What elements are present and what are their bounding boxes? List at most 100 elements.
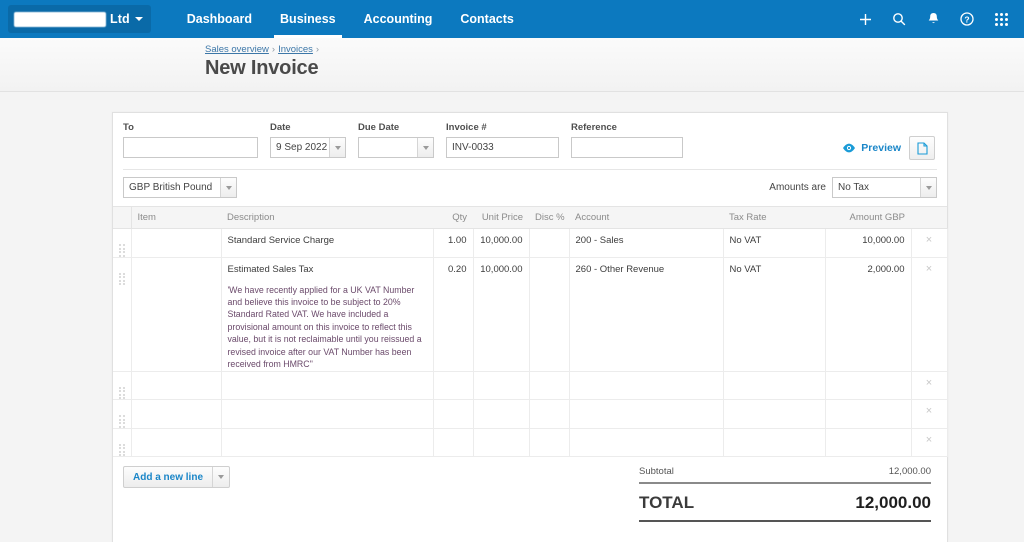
cell-tax-rate[interactable]: [723, 399, 826, 429]
cell-description[interactable]: Estimated Sales Tax 'We have recently ap…: [221, 257, 434, 372]
plus-icon[interactable]: [848, 0, 882, 38]
cell-description[interactable]: Standard Service Charge: [221, 228, 434, 258]
breadcrumb-invoices[interactable]: Invoices: [278, 44, 313, 55]
preview-button[interactable]: Preview: [861, 142, 901, 154]
chevron-down-icon[interactable]: [212, 467, 229, 488]
cell-account[interactable]: [569, 428, 724, 458]
cell-account[interactable]: [569, 399, 724, 429]
header-drag-col: [113, 206, 132, 229]
cell-amount[interactable]: [825, 399, 912, 429]
breadcrumb-separator: ›: [315, 44, 320, 55]
svg-text:?: ?: [964, 14, 969, 24]
delete-row-button[interactable]: ×: [911, 428, 948, 458]
nav-item-contacts[interactable]: Contacts: [446, 0, 527, 38]
cell-account[interactable]: [569, 371, 724, 401]
breadcrumb: Sales overview › Invoices ›: [205, 44, 1024, 55]
amounts-are-select[interactable]: No Tax: [832, 177, 937, 198]
breadcrumb-sales-overview[interactable]: Sales overview: [205, 44, 269, 55]
row-drag-handle[interactable]: [113, 228, 132, 258]
currency-row: GBP British Pound Amounts are No Tax: [113, 170, 947, 206]
description-text: Standard Service Charge: [227, 235, 335, 246]
cell-unit-price[interactable]: [473, 371, 530, 401]
cell-unit-price[interactable]: 10,000.00: [473, 257, 530, 372]
nav-label: Accounting: [363, 12, 433, 26]
cell-amount[interactable]: [825, 371, 912, 401]
cell-tax-rate[interactable]: No VAT: [723, 228, 826, 258]
description-note: 'We have recently applied for a UK VAT N…: [227, 284, 422, 370]
cell-unit-price[interactable]: [473, 428, 530, 458]
breadcrumb-separator: ›: [271, 44, 276, 55]
close-icon: ×: [925, 234, 933, 246]
delete-row-button[interactable]: ×: [911, 228, 948, 258]
cell-qty[interactable]: [433, 399, 474, 429]
grand-total-row: TOTAL 12,000.00: [639, 484, 931, 520]
cell-tax-rate[interactable]: [723, 371, 826, 401]
due-date-label: Due Date: [358, 122, 400, 133]
row-drag-handle[interactable]: [113, 428, 132, 458]
calendar-dropdown-icon[interactable]: [417, 138, 433, 157]
cell-item[interactable]: [131, 257, 222, 372]
cell-item[interactable]: [131, 371, 222, 401]
table-row[interactable]: ×: [113, 371, 948, 401]
currency-select[interactable]: GBP British Pound: [123, 177, 237, 198]
nav-item-accounting[interactable]: Accounting: [350, 0, 447, 38]
nav-item-business[interactable]: Business: [266, 0, 350, 38]
cell-tax-rate[interactable]: No VAT: [723, 257, 826, 372]
cell-item[interactable]: [131, 428, 222, 458]
row-drag-handle[interactable]: [113, 257, 132, 372]
to-input[interactable]: [123, 137, 258, 158]
search-icon[interactable]: [882, 0, 916, 38]
organisation-switcher[interactable]: Ltd: [8, 5, 151, 33]
cell-account[interactable]: 260 - Other Revenue: [569, 257, 724, 372]
cell-qty[interactable]: [433, 428, 474, 458]
invoice-number-input[interactable]: INV-0033: [446, 137, 559, 158]
table-row[interactable]: ×: [113, 399, 948, 429]
due-date-input[interactable]: [358, 137, 434, 158]
bell-icon[interactable]: [916, 0, 950, 38]
close-icon: ×: [925, 433, 933, 446]
preview-controls: Preview: [842, 122, 937, 160]
cell-account[interactable]: 200 - Sales: [569, 228, 724, 258]
cell-qty[interactable]: 0.20: [433, 257, 474, 372]
cell-disc[interactable]: [529, 428, 570, 458]
help-icon[interactable]: ?: [950, 0, 984, 38]
add-new-line-button[interactable]: Add a new line: [123, 466, 231, 489]
header-amount: Amount GBP: [825, 206, 911, 229]
cell-disc[interactable]: [529, 371, 570, 401]
cell-description[interactable]: [221, 428, 434, 458]
cell-amount[interactable]: 2,000.00: [825, 257, 912, 372]
cell-item[interactable]: [131, 399, 222, 429]
cell-description[interactable]: [221, 371, 434, 401]
drag-handle-icon: [118, 443, 125, 457]
cell-amount[interactable]: [825, 428, 912, 458]
delete-row-button[interactable]: ×: [911, 399, 948, 429]
chevron-down-icon[interactable]: [920, 178, 936, 197]
delete-row-button[interactable]: ×: [911, 371, 948, 401]
cell-disc[interactable]: [529, 228, 570, 258]
cell-disc[interactable]: [529, 399, 570, 429]
cell-description[interactable]: [221, 399, 434, 429]
cell-qty[interactable]: 1.00: [433, 228, 474, 258]
table-row[interactable]: ×: [113, 428, 948, 458]
nav-item-dashboard[interactable]: Dashboard: [173, 0, 266, 38]
cell-qty[interactable]: [433, 371, 474, 401]
reference-input[interactable]: [571, 137, 683, 158]
chevron-down-icon[interactable]: [220, 178, 236, 197]
cell-tax-rate[interactable]: [723, 428, 826, 458]
cell-disc[interactable]: [529, 257, 570, 372]
delete-row-button[interactable]: ×: [911, 257, 948, 372]
row-drag-handle[interactable]: [113, 399, 132, 429]
table-row[interactable]: Standard Service Charge 1.00 10,000.00 2…: [113, 228, 948, 258]
cell-unit-price[interactable]: [473, 399, 530, 429]
cell-amount[interactable]: 10,000.00: [825, 228, 912, 258]
copy-document-icon[interactable]: [909, 136, 935, 160]
cell-unit-price[interactable]: 10,000.00: [473, 228, 530, 258]
row-drag-handle[interactable]: [113, 371, 132, 401]
cell-item[interactable]: [131, 228, 222, 258]
date-input[interactable]: 9 Sep 2022: [270, 137, 346, 158]
calendar-dropdown-icon[interactable]: [329, 138, 345, 157]
totals-panel: Subtotal 12,000.00 TOTAL 12,000.00: [639, 466, 931, 523]
total-label: TOTAL: [639, 493, 695, 513]
table-row[interactable]: Estimated Sales Tax 'We have recently ap…: [113, 257, 948, 372]
apps-grid-icon[interactable]: [984, 0, 1018, 38]
